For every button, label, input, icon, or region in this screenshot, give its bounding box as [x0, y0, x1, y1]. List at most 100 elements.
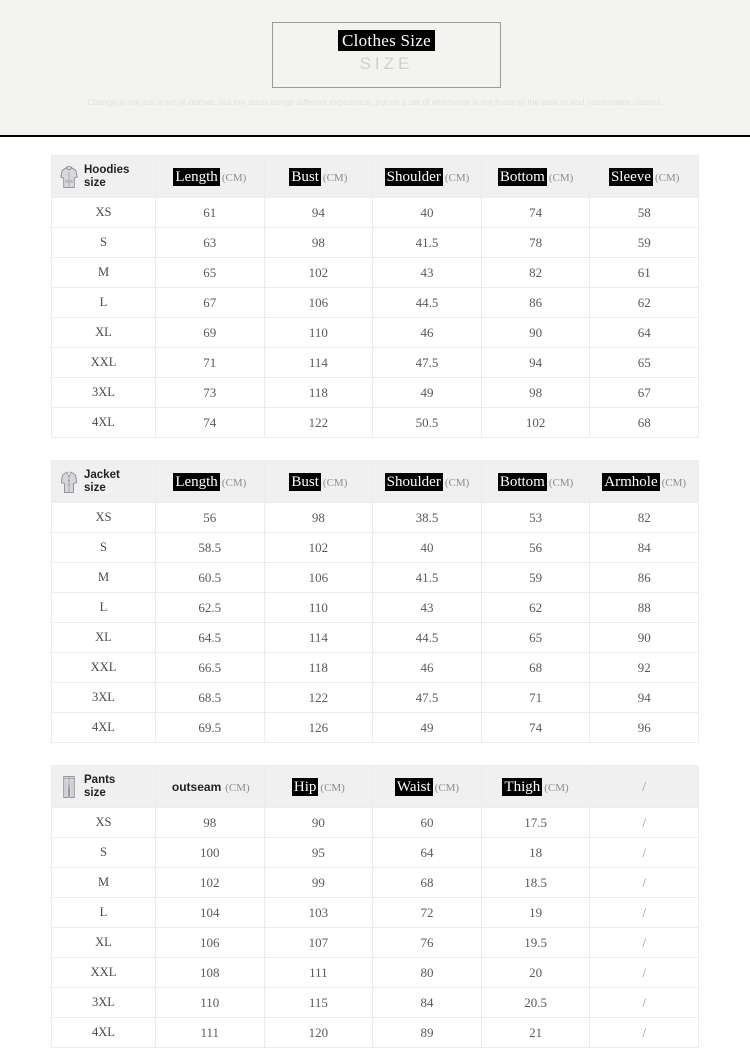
size-cell: S — [51, 227, 156, 258]
table-row: M 65 102 43 82 61 — [51, 257, 699, 288]
measurement-cell: / — [589, 957, 699, 988]
table-row: XXL 71 114 47.5 94 65 — [51, 347, 699, 378]
measurement-cell: 64 — [589, 317, 699, 348]
column-header-unit: (CM) — [444, 171, 470, 184]
column-header-name: / — [642, 779, 647, 795]
measurement-cell: 62 — [589, 287, 699, 318]
table-row: 4XL 111 120 89 21/ — [51, 1017, 699, 1048]
size-cell: XS — [51, 502, 156, 533]
banner-title-box: Clothes Size SIZE — [272, 22, 501, 88]
column-header: Waist (CM) — [372, 765, 482, 808]
measurement-cell: 74 — [155, 407, 265, 438]
measurement-cell: 59 — [480, 562, 591, 593]
measurement-cell: 90 — [263, 807, 374, 838]
measurement-cell: 110 — [263, 592, 374, 623]
measurement-cell: 115 — [263, 987, 374, 1018]
measurement-cell: 68.5 — [155, 682, 265, 713]
column-header: Bottom (CM) — [480, 460, 591, 503]
size-cell: XL — [51, 622, 156, 653]
size-cell: 3XL — [51, 377, 156, 408]
size-cell: L — [51, 287, 156, 318]
size-cell: 3XL — [51, 682, 156, 713]
measurement-cell: 44.5 — [372, 622, 482, 653]
column-header: Bust (CM) — [263, 155, 374, 198]
measurement-cell: 19.5 — [480, 927, 591, 958]
measurement-cell: 86 — [589, 562, 699, 593]
measurement-cell: 80 — [372, 957, 482, 988]
column-header-name: Bottom — [497, 167, 547, 186]
measurement-cell: 102 — [263, 257, 374, 288]
measurement-cell: 67 — [155, 287, 265, 318]
size-table-pants: Pants size outseam (CM) Hip (CM) Waist (CM) Thi… — [51, 765, 699, 1048]
measurement-cell: 106 — [263, 287, 374, 318]
measurement-cell: 71 — [155, 347, 265, 378]
column-header-unit: (CM) — [661, 476, 687, 489]
table-header-row: Hoodies size Length (CM) Bust (CM) Shoulder (C… — [51, 155, 699, 198]
measurement-cell: 60 — [372, 807, 482, 838]
table-row: XS 61 94 40 74 58 — [51, 197, 699, 228]
table-row: 4XL 69.5 126 49 74 96 — [51, 712, 699, 743]
measurement-cell: 58.5 — [155, 532, 265, 563]
measurement-cell: 111 — [155, 1017, 265, 1048]
measurement-cell: 49 — [372, 712, 482, 743]
measurement-cell: 19 — [480, 897, 591, 928]
measurement-cell: / — [589, 987, 699, 1018]
column-header: Length (CM) — [155, 460, 265, 503]
measurement-cell: 59 — [589, 227, 699, 258]
measurement-cell: 78 — [480, 227, 591, 258]
column-header-name: Length — [173, 472, 220, 491]
measurement-cell: 49 — [372, 377, 482, 408]
hoodie-icon — [60, 164, 78, 190]
size-tables-container: Hoodies size Length (CM) Bust (CM) Shoulder (C… — [0, 137, 750, 1048]
measurement-cell: 18.5 — [480, 867, 591, 898]
table-row: 3XL 73 118 49 98 67 — [51, 377, 699, 408]
measurement-cell: 56 — [155, 502, 265, 533]
size-cell: M — [51, 257, 156, 288]
measurement-cell: 17.5 — [480, 807, 591, 838]
measurement-cell: 20 — [480, 957, 591, 988]
measurement-cell: 126 — [263, 712, 374, 743]
size-cell: XXL — [51, 957, 156, 988]
measurement-cell: 40 — [372, 532, 482, 563]
measurement-cell: 122 — [263, 407, 374, 438]
measurement-cell: / — [589, 927, 699, 958]
table-row: 3XL 68.5 122 47.5 71 94 — [51, 682, 699, 713]
measurement-cell: / — [589, 897, 699, 928]
measurement-cell: 98 — [480, 377, 591, 408]
measurement-cell: 62 — [480, 592, 591, 623]
measurement-cell: 84 — [589, 532, 699, 563]
table-row: XS 98 90 60 17.5/ — [51, 807, 699, 838]
column-header-name: Shoulder — [384, 167, 443, 186]
measurement-cell: 118 — [263, 377, 374, 408]
column-header-unit: (CM) — [434, 781, 460, 794]
category-header-cell: Jacket size — [51, 460, 156, 503]
measurement-cell: 50.5 — [372, 407, 482, 438]
measurement-cell: 110 — [263, 317, 374, 348]
size-cell: L — [51, 897, 156, 928]
measurement-cell: 47.5 — [372, 682, 482, 713]
table-row: XL 64.5 114 44.5 65 90 — [51, 622, 699, 653]
measurement-cell: 96 — [589, 712, 699, 743]
column-header-name: Bust — [289, 472, 321, 491]
measurement-cell: 94 — [589, 682, 699, 713]
column-header-unit: (CM) — [320, 781, 345, 794]
measurement-cell: 114 — [263, 347, 374, 378]
measurement-cell: 82 — [480, 257, 591, 288]
table-row: XL 69 110 46 90 64 — [51, 317, 699, 348]
measurement-cell: 62.5 — [155, 592, 265, 623]
measurement-cell: 92 — [589, 652, 699, 683]
table-row: S 100 95 64 18/ — [51, 837, 699, 868]
table-header-row: Pants size outseam (CM) Hip (CM) Waist (CM) Thi… — [51, 765, 699, 808]
column-header-name: Bottom — [497, 472, 547, 491]
table-row: L 62.5 110 43 62 88 — [51, 592, 699, 623]
size-cell: S — [51, 532, 156, 563]
measurement-cell: 84 — [372, 987, 482, 1018]
measurement-cell: 61 — [155, 197, 265, 228]
page-subtitle: SIZE — [359, 54, 414, 73]
measurement-cell: 43 — [372, 592, 482, 623]
measurement-cell: 66.5 — [155, 652, 265, 683]
measurement-cell: 53 — [480, 502, 591, 533]
column-header-unit: (CM) — [548, 171, 574, 184]
measurement-cell: 102 — [480, 407, 591, 438]
column-header-name: Armhole — [602, 472, 660, 491]
